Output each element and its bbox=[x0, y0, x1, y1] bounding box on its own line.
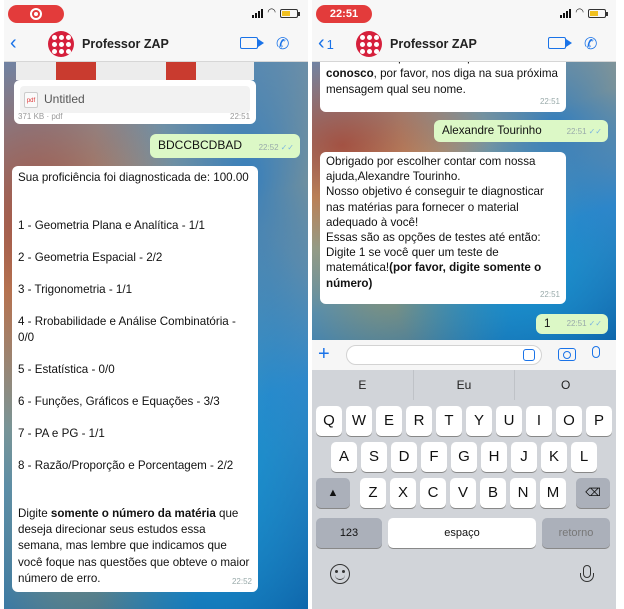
space-key[interactable]: espaço bbox=[388, 518, 536, 548]
key-i[interactable]: I bbox=[526, 406, 552, 436]
key-s[interactable]: S bbox=[361, 442, 387, 472]
key-n[interactable]: N bbox=[510, 478, 536, 508]
diagnosis-line: 8 - Razão/Proporção e Porcentagem - 2/2 bbox=[18, 459, 234, 472]
message-input-bar: + bbox=[312, 340, 616, 370]
key-a[interactable]: A bbox=[331, 442, 357, 472]
signal-icon bbox=[560, 8, 572, 18]
diagnosis-line: Sua proficiência foi diagnosticada de: 1… bbox=[18, 171, 249, 184]
wifi-icon: ◠ bbox=[267, 7, 276, 18]
key-f[interactable]: F bbox=[421, 442, 447, 472]
backspace-key[interactable]: ⌫ bbox=[576, 478, 610, 508]
key-d[interactable]: D bbox=[391, 442, 417, 472]
dictation-mic-icon[interactable] bbox=[580, 565, 594, 582]
camera-icon[interactable] bbox=[558, 348, 576, 361]
key-e[interactable]: E bbox=[376, 406, 402, 436]
key-b[interactable]: B bbox=[480, 478, 506, 508]
diagnosis-line: 2 - Geometria Espacial - 2/2 bbox=[18, 251, 163, 264]
key-m[interactable]: M bbox=[540, 478, 566, 508]
diagnosis-line: 3 - Trigonometria - 1/1 bbox=[18, 283, 133, 296]
read-ticks-icon: ✓✓ bbox=[588, 126, 602, 136]
key-o[interactable]: O bbox=[556, 406, 582, 436]
key-j[interactable]: J bbox=[511, 442, 537, 472]
message-time: 22:51 bbox=[566, 318, 587, 328]
chevron-left-icon: ‹ bbox=[10, 32, 17, 54]
key-k[interactable]: K bbox=[541, 442, 567, 472]
key-r[interactable]: R bbox=[406, 406, 432, 436]
keyboard: E Eu O ▲ ⌫ 123 espaço retorno QWERTYUIOP… bbox=[312, 370, 616, 609]
battery-icon bbox=[588, 8, 608, 18]
signal-icon bbox=[252, 8, 264, 18]
message-text: 1 bbox=[544, 317, 551, 330]
status-bar: ◠ bbox=[4, 0, 308, 26]
read-ticks-icon: ✓✓ bbox=[588, 318, 602, 328]
message-text: BDCCBCDBAD bbox=[158, 138, 243, 152]
key-l[interactable]: L bbox=[571, 442, 597, 472]
key-y[interactable]: Y bbox=[466, 406, 492, 436]
phone-call-icon[interactable]: ✆ bbox=[276, 34, 289, 54]
message-text: Obrigado por escolher contar com nossa a… bbox=[326, 155, 544, 275]
status-bar: 22:51 ◠ bbox=[312, 0, 616, 26]
pdf-size: 371 KB · pdf bbox=[18, 112, 63, 121]
diagnosis-line: 4 - Rrobabilidade e Análise Combinatória… bbox=[18, 315, 240, 345]
shift-key[interactable]: ▲ bbox=[316, 478, 350, 508]
key-q[interactable]: Q bbox=[316, 406, 342, 436]
status-time[interactable]: 22:51 bbox=[316, 5, 372, 23]
right-phone-screen: 22:51 ◠ ‹1 Professor ZAP ✆ Percebemos qu… bbox=[312, 0, 616, 609]
diagnosis-line: 1 - Geometria Plana e Analítica - 1/1 bbox=[18, 219, 205, 232]
message-time: 22:51 bbox=[539, 96, 560, 106]
message-text: Alexandre Tourinho bbox=[442, 124, 542, 137]
message-time: 22:51 bbox=[566, 126, 587, 136]
video-call-icon[interactable] bbox=[240, 37, 264, 49]
key-x[interactable]: X bbox=[390, 478, 416, 508]
battery-icon bbox=[280, 8, 300, 18]
message-time: 22:52 bbox=[258, 142, 279, 152]
key-c[interactable]: C bbox=[420, 478, 446, 508]
message-incoming-diagnosis[interactable]: Sua proficiência foi diagnosticada de: 1… bbox=[12, 166, 258, 592]
key-u[interactable]: U bbox=[496, 406, 522, 436]
back-button[interactable]: ‹ bbox=[10, 33, 17, 53]
chat-header: ‹ Professor ZAP ✆ bbox=[4, 26, 308, 62]
diagnosis-line: 5 - Estatística - 0/0 bbox=[18, 363, 115, 376]
avatar[interactable] bbox=[48, 31, 74, 57]
message-outgoing[interactable]: Alexandre Tourinho 22:51 ✓✓ bbox=[434, 120, 608, 142]
message-time: 22:51 bbox=[539, 289, 560, 299]
key-w[interactable]: W bbox=[346, 406, 372, 436]
suggestion-item[interactable]: Eu bbox=[414, 370, 516, 400]
pdf-time: 22:51 bbox=[230, 112, 251, 121]
message-time: 22:52 bbox=[231, 576, 252, 586]
numbers-key[interactable]: 123 bbox=[316, 518, 382, 548]
read-ticks-icon: ✓✓ bbox=[280, 142, 294, 152]
pdf-file-icon: pdf bbox=[24, 91, 38, 108]
sticker-icon[interactable] bbox=[523, 349, 535, 361]
message-incoming[interactable]: Obrigado por escolher contar com nossa a… bbox=[320, 152, 566, 304]
key-h[interactable]: H bbox=[481, 442, 507, 472]
emoji-icon[interactable] bbox=[330, 564, 350, 584]
message-outgoing[interactable]: 1 22:51 ✓✓ bbox=[536, 314, 608, 334]
record-icon[interactable] bbox=[8, 5, 64, 23]
key-g[interactable]: G bbox=[451, 442, 477, 472]
contact-name[interactable]: Professor ZAP bbox=[82, 37, 169, 51]
diagnosis-line: 7 - PA e PG - 1/1 bbox=[18, 427, 105, 440]
diagnosis-instruction: Digite somente o número da matéria que d… bbox=[18, 507, 250, 585]
key-t[interactable]: T bbox=[436, 406, 462, 436]
message-input[interactable] bbox=[346, 345, 542, 365]
key-p[interactable]: P bbox=[586, 406, 612, 436]
return-key[interactable]: retorno bbox=[542, 518, 610, 548]
plus-icon[interactable]: + bbox=[318, 343, 330, 366]
key-z[interactable]: Z bbox=[360, 478, 386, 508]
diagnosis-line: 6 - Funções, Gráficos e Equações - 3/3 bbox=[18, 395, 220, 408]
pdf-title: Untitled bbox=[44, 92, 85, 106]
microphone-icon[interactable] bbox=[592, 346, 600, 358]
message-outgoing[interactable]: BDCCBCDBAD 22:52 ✓✓ bbox=[150, 134, 300, 158]
suggestion-item[interactable]: O bbox=[515, 370, 616, 400]
wifi-icon: ◠ bbox=[575, 7, 584, 18]
key-v[interactable]: V bbox=[450, 478, 476, 508]
suggestion-item[interactable]: E bbox=[312, 370, 414, 400]
left-phone-screen: ◠ ‹ Professor ZAP ✆ pdf Untitled 371 KB ·… bbox=[4, 0, 308, 609]
suggestion-bar: E Eu O bbox=[312, 370, 616, 400]
pdf-preview-image[interactable] bbox=[16, 62, 254, 80]
